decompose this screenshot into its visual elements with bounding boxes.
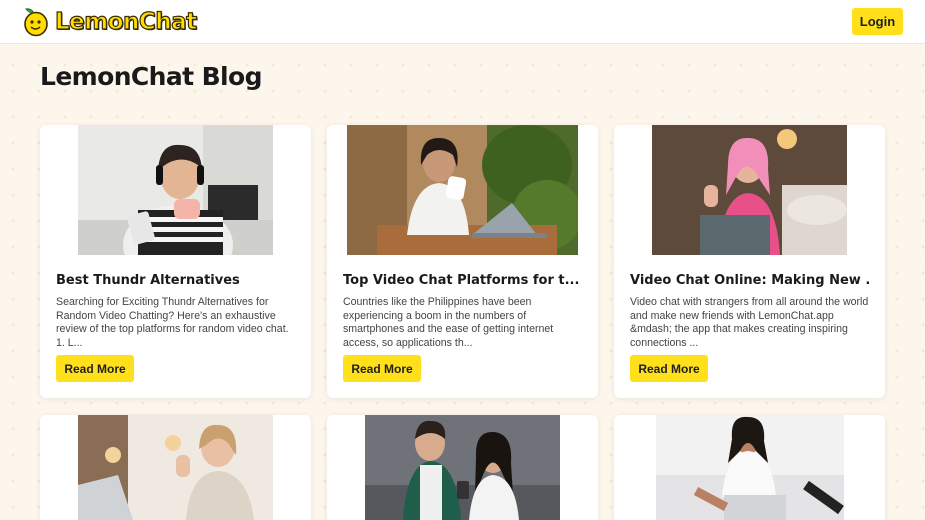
read-more-button[interactable]: Read More [343, 355, 421, 382]
read-more-button[interactable]: Read More [56, 355, 134, 382]
post-image[interactable] [78, 415, 273, 520]
page-title: LemonChat Blog [40, 62, 262, 91]
blog-card: Best Thundr Alternatives Searching for E… [40, 125, 311, 398]
post-excerpt: Video chat with strangers from all aroun… [630, 296, 869, 349]
site-header: LemonChat Login [0, 0, 925, 44]
logo-text: LemonChat [54, 8, 197, 35]
blog-card [327, 415, 598, 520]
lemon-logo-icon [24, 8, 48, 37]
blog-card [614, 415, 885, 520]
post-image[interactable] [365, 415, 560, 520]
post-excerpt: Countries like the Philippines have been… [343, 296, 554, 349]
post-title[interactable]: Video Chat Online: Making New ... [630, 273, 870, 288]
post-image[interactable] [347, 125, 578, 255]
logo[interactable]: LemonChat [22, 7, 198, 37]
blog-card [40, 415, 311, 520]
post-excerpt: Searching for Exciting Thundr Alternativ… [56, 296, 289, 349]
post-title[interactable]: Top Video Chat Platforms for t... [343, 273, 583, 288]
post-image[interactable] [652, 125, 847, 255]
post-image[interactable] [656, 415, 844, 520]
post-image[interactable] [78, 125, 273, 255]
blog-card: Video Chat Online: Making New ... Video … [614, 125, 885, 398]
login-button[interactable]: Login [852, 8, 903, 35]
post-title[interactable]: Best Thundr Alternatives [56, 273, 296, 288]
blog-card: Top Video Chat Platforms for t... Countr… [327, 125, 598, 398]
read-more-button[interactable]: Read More [630, 355, 708, 382]
